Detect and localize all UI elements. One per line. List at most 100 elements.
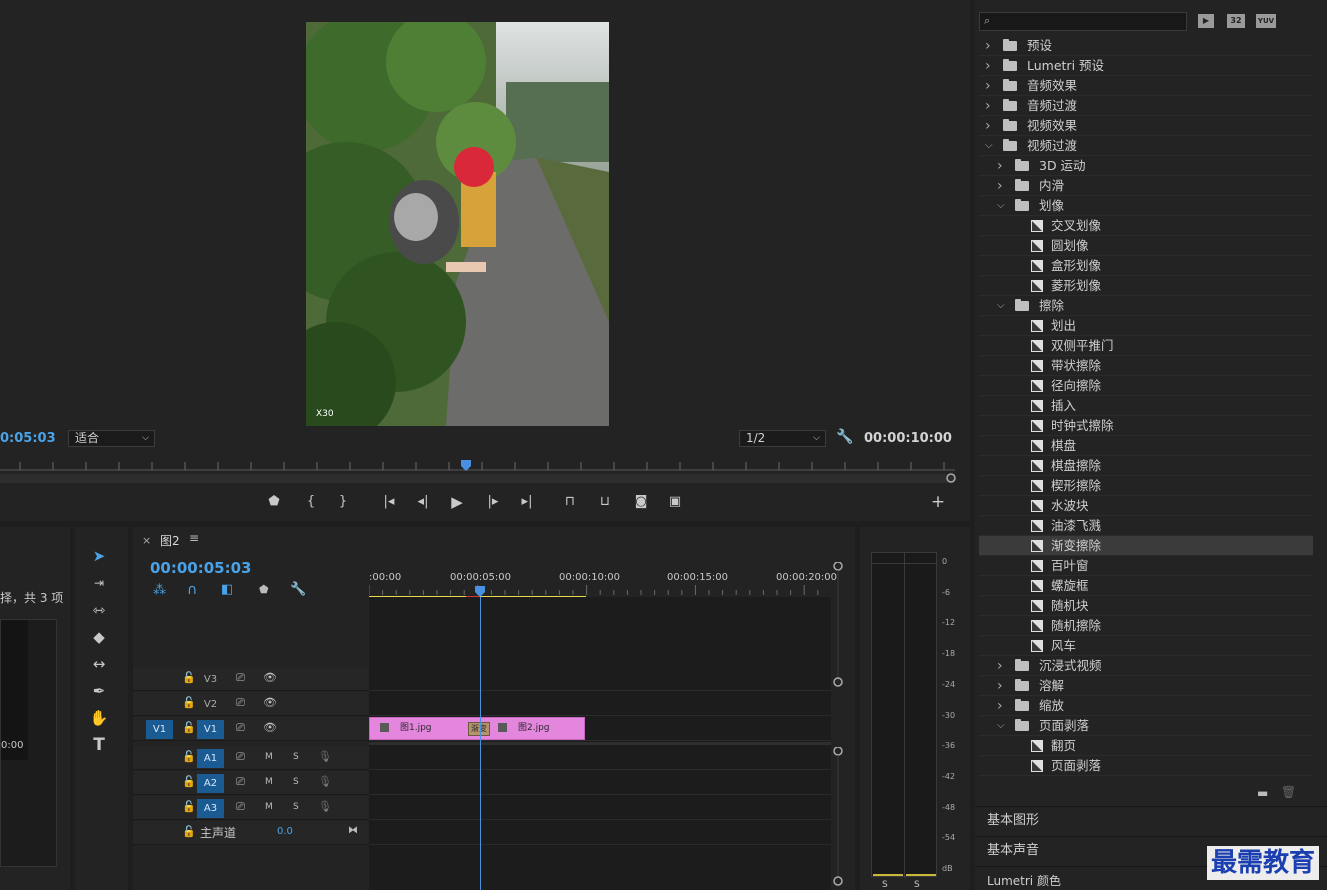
track-label-a2[interactable]: A2 [197, 774, 224, 793]
timeline-timecode[interactable]: 00:00:05:03 [150, 559, 252, 577]
add-marker-icon[interactable]: ⬟ [259, 583, 269, 596]
effect-item[interactable]: 棋盘 [979, 436, 1313, 456]
wrench-icon[interactable]: 🔧 [836, 429, 854, 447]
effect-folder[interactable]: › 3D 运动 [979, 156, 1313, 176]
solo-button[interactable]: S [293, 802, 299, 812]
accelerated-effects-icon[interactable]: ▶ [1198, 14, 1214, 28]
effect-folder[interactable]: › 沉浸式视频 [979, 656, 1313, 676]
effect-item[interactable]: 交叉划像 [979, 216, 1313, 236]
film-icon[interactable]: ⎚ [236, 775, 245, 789]
program-timecode[interactable]: 0:05:03 [0, 431, 56, 446]
solo-right-button[interactable]: S [914, 880, 920, 890]
selection-tool-icon[interactable]: ➤ [87, 545, 111, 567]
add-button[interactable]: + [927, 492, 949, 512]
effect-folder[interactable]: ⌵ 划像 [979, 196, 1313, 216]
snap-magnet-icon[interactable]: ∩ [187, 582, 197, 598]
lift-button[interactable]: ⊓ [559, 492, 581, 512]
chevron-right-icon[interactable]: › [985, 76, 991, 96]
track-lane-a2[interactable] [369, 771, 831, 795]
track-header-master[interactable]: 🔓 主声道 0.0 ⧓ [133, 821, 369, 845]
solo-button[interactable]: S [293, 752, 299, 762]
video-audio-divider[interactable] [369, 742, 831, 745]
hand-tool-icon[interactable]: ✋ [87, 707, 111, 729]
effect-item[interactable]: 圆划像 [979, 236, 1313, 256]
track-label-v1[interactable]: V1 [197, 720, 224, 739]
mute-button[interactable]: M [265, 752, 273, 762]
go-to-end-icon[interactable]: ⧓ [348, 825, 358, 836]
chevron-right-icon[interactable]: › [985, 96, 991, 116]
film-icon[interactable]: ⎚ [236, 671, 245, 685]
video-preview[interactable]: X30 [306, 22, 609, 426]
chevron-right-icon[interactable]: › [997, 156, 1003, 176]
effect-folder[interactable]: › 音频过渡 [979, 96, 1313, 116]
eye-icon[interactable]: 👁 [263, 671, 277, 684]
film-icon[interactable]: ⎚ [236, 750, 245, 764]
chevron-down-icon[interactable]: ⌵ [985, 136, 993, 156]
effect-item[interactable]: 菱形划像 [979, 276, 1313, 296]
effect-item[interactable]: 时钟式擦除 [979, 416, 1313, 436]
chevron-right-icon[interactable]: › [985, 36, 991, 56]
track-header-v1[interactable]: V1 🔓 V1 ⎚ 👁 [133, 717, 369, 741]
effect-item[interactable]: 页面剥落 [979, 756, 1313, 776]
comparison-view-button[interactable]: ▣ [664, 492, 686, 512]
step-forward-button[interactable]: |▸ [482, 492, 504, 512]
linked-selection-icon[interactable]: ◧ [221, 582, 233, 597]
effect-item[interactable]: 双侧平推门 [979, 336, 1313, 356]
effect-folder[interactable]: ⌵ 页面剥落 [979, 716, 1313, 736]
chevron-right-icon[interactable]: › [997, 176, 1003, 196]
film-icon[interactable]: ⎚ [236, 800, 245, 814]
effect-folder[interactable]: › Lumetri 预设 [979, 56, 1313, 76]
track-lane-v3[interactable] [369, 667, 831, 691]
chevron-down-icon[interactable]: ⌵ [997, 196, 1005, 216]
solo-button[interactable]: S [293, 777, 299, 787]
effect-folder[interactable]: › 音频效果 [979, 76, 1313, 96]
track-label-a3[interactable]: A3 [197, 799, 224, 818]
project-thumbnail-area[interactable]: 0:00 [0, 619, 57, 867]
yuv-effects-icon[interactable]: YUV [1256, 14, 1276, 28]
track-header-v2[interactable]: 🔓 V2 ⎚ 👁 [133, 692, 369, 716]
32bit-effects-icon[interactable]: 32 [1227, 14, 1245, 28]
track-header-a3[interactable]: 🔓 A3 ⎚ M S 🎙 [133, 796, 369, 820]
chevron-right-icon[interactable]: › [985, 116, 991, 136]
delete-icon[interactable]: 🗑 [1281, 785, 1296, 799]
effect-item[interactable]: 带状擦除 [979, 356, 1313, 376]
effect-item[interactable]: 插入 [979, 396, 1313, 416]
master-volume-value[interactable]: 0.0 [277, 826, 293, 837]
effect-folder[interactable]: ⌵ 擦除 [979, 296, 1313, 316]
sequence-tab[interactable]: 图2 [160, 532, 180, 549]
chevron-right-icon[interactable]: › [997, 696, 1003, 716]
eye-icon[interactable]: 👁 [263, 721, 277, 734]
transition-marker[interactable]: 渐变 [468, 722, 490, 736]
effect-folder[interactable]: › 缩放 [979, 696, 1313, 716]
chevron-right-icon[interactable]: › [997, 676, 1003, 696]
lock-icon[interactable]: 🔓 [182, 775, 196, 788]
microphone-icon[interactable]: 🎙 [318, 750, 332, 763]
track-label-v3[interactable]: V3 [197, 670, 224, 689]
track-lane-a3[interactable] [369, 796, 831, 820]
effect-folder[interactable]: ⌵ 视频过渡 [979, 136, 1313, 156]
effect-item[interactable]: 渐变擦除 [979, 536, 1313, 556]
track-label-a1[interactable]: A1 [197, 749, 224, 768]
nest-toggle-icon[interactable]: ⁂ [153, 583, 166, 598]
type-tool-icon[interactable]: T [87, 734, 111, 756]
eye-icon[interactable]: 👁 [263, 696, 277, 709]
mute-button[interactable]: M [265, 777, 273, 787]
effect-folder[interactable]: › 溶解 [979, 676, 1313, 696]
track-lane-master[interactable] [369, 821, 831, 845]
lock-icon[interactable]: 🔓 [182, 750, 196, 763]
program-mini-ruler[interactable] [0, 456, 970, 488]
menu-icon[interactable]: ≡ [189, 531, 199, 545]
track-lane-a1[interactable] [369, 746, 831, 770]
effect-item[interactable]: 随机擦除 [979, 616, 1313, 636]
film-icon[interactable]: ⎚ [236, 721, 245, 735]
extract-button[interactable]: ⊔ [594, 492, 616, 512]
lock-icon[interactable]: 🔓 [182, 800, 196, 813]
play-button[interactable]: ▶ [446, 492, 468, 512]
effects-search-input[interactable]: ⌕ [979, 12, 1187, 31]
video-scrollbar[interactable] [832, 561, 844, 687]
essential-graphics-panel[interactable]: 基本图形 [975, 806, 1327, 834]
track-area[interactable]: 图1.jpg 渐变 图2.jpg [369, 561, 843, 890]
effect-item[interactable]: 径向擦除 [979, 376, 1313, 396]
effect-item[interactable]: 楔形擦除 [979, 476, 1313, 496]
track-label-v2[interactable]: V2 [197, 695, 224, 714]
